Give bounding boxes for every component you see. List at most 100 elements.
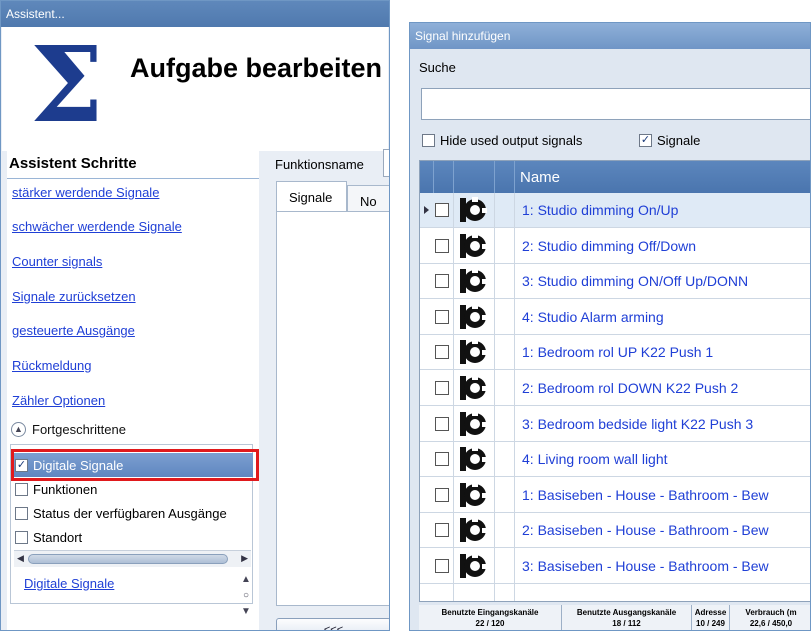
assistant-header: Σ Aufgabe bearbeiten bbox=[2, 27, 388, 151]
push-button-device-icon bbox=[460, 268, 487, 294]
signals-toggle[interactable]: ✓ Signale bbox=[639, 133, 700, 148]
row-checkbox[interactable] bbox=[435, 274, 449, 289]
row-checkbox[interactable] bbox=[435, 523, 449, 538]
signal-name[interactable]: 4: Living room wall light bbox=[522, 451, 668, 467]
push-button-device-icon bbox=[460, 339, 487, 365]
scroll-left-icon[interactable]: ◀ bbox=[17, 553, 24, 564]
scroll-up-icon[interactable]: ▲ bbox=[239, 572, 253, 588]
step-link-feedback[interactable]: Rückmeldung bbox=[12, 358, 92, 373]
status-header: Benutzte Eingangskanäle bbox=[441, 608, 539, 617]
tab-bar: Signale No bbox=[276, 181, 389, 213]
row-checkbox[interactable] bbox=[435, 559, 449, 573]
status-value: 22,6 / 450,0 bbox=[749, 619, 793, 628]
checkbox-icon[interactable] bbox=[15, 530, 28, 544]
table-row[interactable]: 2: Basiseben - House - Bathroom - Bew bbox=[420, 513, 810, 549]
checkbox-icon[interactable] bbox=[422, 134, 435, 147]
step-link-reset-signals[interactable]: Signale zurücksetzen bbox=[12, 289, 136, 304]
step-link-decreasing-signals[interactable]: schwächer werdende Signale bbox=[12, 219, 182, 234]
column-separator bbox=[453, 193, 454, 601]
signal-name[interactable]: 2: Basiseben - House - Bathroom - Bew bbox=[522, 522, 769, 538]
step-link-counter-options[interactable]: Zähler Optionen bbox=[12, 393, 105, 408]
signal-name[interactable]: 2: Studio dimming Off/Down bbox=[522, 238, 696, 254]
table-row[interactable]: 3: Bedroom bedside light K22 Push 3 bbox=[420, 406, 810, 442]
scrollbar-thumb[interactable] bbox=[28, 554, 228, 564]
step-link-increasing-signals[interactable]: stärker werdende Signale bbox=[12, 185, 159, 200]
signal-name[interactable]: 1: Studio dimming On/Up bbox=[522, 202, 678, 218]
step-link-controlled-outputs[interactable]: gesteuerte Ausgänge bbox=[12, 323, 135, 338]
status-output-channels: Benutzte Ausgangskanäle 18 / 112 bbox=[562, 605, 692, 630]
page-title: Aufgabe bearbeiten bbox=[130, 53, 383, 83]
status-value: 18 / 112 bbox=[612, 619, 641, 628]
table-row[interactable]: 2: Bedroom rol DOWN K22 Push 2 bbox=[420, 371, 810, 406]
option-label: Standort bbox=[33, 529, 83, 545]
push-button-device-icon bbox=[460, 553, 487, 578]
tab-no[interactable]: No bbox=[347, 185, 389, 213]
checkbox-icon[interactable] bbox=[15, 506, 28, 520]
table-row[interactable]: 1: Basiseben - House - Bathroom - Bew bbox=[420, 477, 810, 513]
row-checkbox[interactable] bbox=[435, 452, 449, 467]
status-header: Adresse bbox=[694, 608, 727, 617]
header-separator bbox=[514, 161, 515, 193]
option-label: Status der verfügbaren Ausgänge bbox=[33, 505, 227, 521]
scroll-right-icon[interactable]: ▶ bbox=[241, 553, 248, 564]
sigma-logo-icon: Σ bbox=[30, 23, 104, 146]
option-label: Funktionen bbox=[33, 481, 98, 497]
table-row[interactable]: 2: Studio dimming Off/Down bbox=[420, 228, 810, 264]
column-separator bbox=[514, 193, 515, 601]
search-input[interactable] bbox=[421, 88, 810, 120]
checkbox-checked-icon[interactable]: ✓ bbox=[639, 134, 652, 147]
back-button[interactable]: <<< bbox=[276, 618, 389, 630]
push-button-device-icon bbox=[460, 517, 487, 543]
current-step-link[interactable]: Digitale Signale bbox=[24, 576, 114, 591]
tab-content bbox=[276, 211, 389, 606]
signal-name[interactable]: 1: Bedroom rol UP K22 Push 1 bbox=[522, 344, 713, 360]
signal-name[interactable]: 3: Bedroom bedside light K22 Push 3 bbox=[522, 416, 753, 432]
push-button-device-icon bbox=[460, 410, 487, 436]
grid-header: Name bbox=[420, 161, 810, 193]
push-button-device-icon bbox=[460, 375, 487, 400]
scroll-down-icon[interactable]: ▼ bbox=[239, 604, 253, 620]
row-checkbox[interactable] bbox=[435, 309, 449, 324]
push-button-device-icon bbox=[460, 197, 487, 222]
push-button-device-icon bbox=[460, 446, 487, 472]
table-row[interactable]: 3: Studio dimming ON/Off Up/DONN bbox=[420, 264, 810, 300]
status-address: Adresse 10 / 249 bbox=[692, 605, 730, 630]
option-output-status[interactable]: Status der verfügbaren Ausgänge bbox=[11, 501, 253, 525]
current-row-marker-icon bbox=[424, 206, 429, 214]
table-row[interactable]: 3: Basiseben - House - Bathroom - Bew bbox=[420, 549, 810, 584]
row-checkbox[interactable] bbox=[435, 487, 449, 502]
signal-name[interactable]: 3: Basiseben - House - Bathroom - Bew bbox=[522, 558, 769, 574]
column-header-name[interactable]: Name bbox=[520, 169, 560, 186]
row-checkbox[interactable] bbox=[435, 203, 449, 217]
chevron-up-icon: ▲ bbox=[11, 422, 26, 437]
add-signal-window: Signal hinzufügen Suche Hide used output… bbox=[409, 22, 811, 631]
option-location[interactable]: Standort bbox=[11, 525, 253, 549]
scroll-circle-icon[interactable]: ○ bbox=[239, 588, 253, 604]
signal-name[interactable]: 3: Studio dimming ON/Off Up/DONN bbox=[522, 273, 748, 289]
row-checkbox[interactable] bbox=[435, 238, 449, 253]
add-signal-window-title: Signal hinzufügen bbox=[410, 23, 810, 49]
row-checkbox[interactable] bbox=[435, 416, 449, 431]
advanced-toggle[interactable]: ▲ Fortgeschrittene bbox=[11, 422, 126, 437]
table-row[interactable]: 4: Studio Alarm arming bbox=[420, 299, 810, 335]
table-row[interactable]: 4: Living room wall light bbox=[420, 442, 810, 478]
signal-name[interactable]: 1: Basiseben - House - Bathroom - Bew bbox=[522, 487, 769, 503]
checkbox-icon[interactable] bbox=[15, 482, 28, 496]
vertical-scrollbar[interactable]: ▲ ○ ▼ bbox=[239, 572, 253, 624]
row-checkbox[interactable] bbox=[435, 345, 449, 360]
table-row[interactable]: 1: Bedroom rol UP K22 Push 1 bbox=[420, 335, 810, 371]
step-link-counter-signals[interactable]: Counter signals bbox=[12, 254, 102, 269]
status-header: Benutzte Ausgangskanäle bbox=[576, 608, 677, 617]
signal-name[interactable]: 2: Bedroom rol DOWN K22 Push 2 bbox=[522, 380, 738, 396]
hide-used-toggle[interactable]: Hide used output signals bbox=[422, 133, 582, 148]
signal-name[interactable]: 4: Studio Alarm arming bbox=[522, 309, 664, 325]
table-row[interactable]: 1: Studio dimming On/Up bbox=[420, 193, 810, 228]
row-checkbox[interactable] bbox=[435, 381, 449, 395]
tab-signals[interactable]: Signale bbox=[276, 181, 347, 213]
status-value: 22 / 120 bbox=[475, 619, 505, 628]
horizontal-scrollbar[interactable]: ◀ ▶ bbox=[14, 550, 251, 567]
push-button-device-icon bbox=[460, 303, 487, 329]
function-name-input[interactable] bbox=[383, 149, 389, 177]
status-value: 10 / 249 bbox=[696, 619, 725, 628]
column-separator bbox=[494, 193, 495, 601]
